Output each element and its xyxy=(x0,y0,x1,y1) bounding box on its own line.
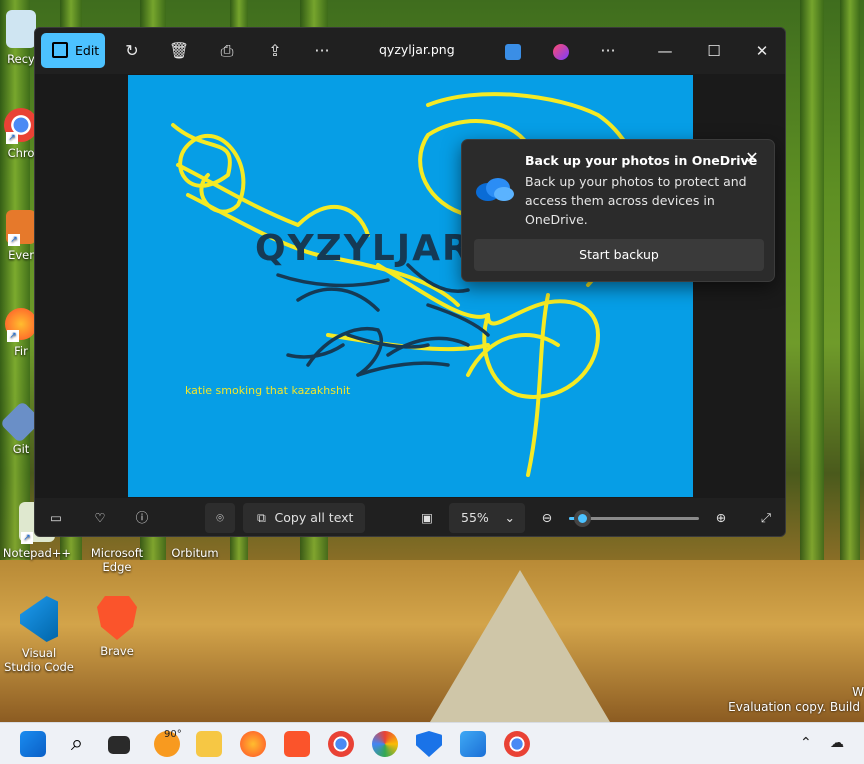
start-backup-button[interactable]: Start backup xyxy=(474,239,764,271)
file-info-button[interactable]: ⓘ xyxy=(127,503,157,533)
bottom-toolbar: ▭ ♡ ⓘ ⌾ ⧉ Copy all text ▣ 55% ⌄ ⊖ ⊕ ⤢ xyxy=(35,498,785,536)
brave-icon xyxy=(97,596,137,640)
more-options-button[interactable]: ··· xyxy=(305,35,339,67)
weather-temperature: 90° xyxy=(164,729,182,740)
more-icon: ··· xyxy=(314,41,330,60)
chrome-taskbar-button[interactable] xyxy=(328,731,354,757)
task-view-button[interactable] xyxy=(108,736,130,754)
image-caption-text: katie smoking that kazakhshit xyxy=(185,384,351,397)
image-viewer: QYZYLJAR katie smoking that kazakhshit B… xyxy=(35,74,785,498)
onedrive-cloud-icon xyxy=(476,178,514,201)
everything-icon: ↗ xyxy=(6,210,36,246)
vscode-icon xyxy=(20,596,58,642)
chevron-down-icon: ⌄ xyxy=(504,510,515,525)
actual-size-icon: ▣ xyxy=(421,510,433,525)
desktop-icon-vscode[interactable]: Visual Studio Code xyxy=(2,596,76,674)
maximize-button[interactable]: ☐ xyxy=(694,36,734,66)
delete-button[interactable]: 🗑 xyxy=(162,35,196,67)
zoom-slider[interactable] xyxy=(569,510,699,527)
minimize-button[interactable]: — xyxy=(645,36,685,66)
print-button[interactable]: ⎙ xyxy=(210,35,244,67)
toast-title: Back up your photos in OneDrive xyxy=(525,153,758,168)
filmstrip-button[interactable]: ▭ xyxy=(41,503,71,533)
visual-search-button[interactable]: ⌾ xyxy=(205,503,235,533)
toast-body: Back up your photos to protect and acces… xyxy=(525,174,747,227)
filmstrip-icon: ▭ xyxy=(50,510,62,525)
copy-icon: ⧉ xyxy=(257,510,266,525)
toast-close-button[interactable]: ✕ xyxy=(742,148,762,168)
zoom-in-icon: ⊕ xyxy=(715,510,727,525)
rotate-icon: ↻ xyxy=(125,41,139,60)
onedrive-backup-toast: Back up your photos in OneDrive Back up … xyxy=(461,139,775,282)
heart-icon: ♡ xyxy=(94,510,106,525)
taskbar: ⌕ 90° ⌃ ☁ xyxy=(0,722,864,764)
editor-app-icon xyxy=(505,43,521,60)
window-title: qyzyljar.png xyxy=(379,42,455,57)
zoom-slider-thumb[interactable] xyxy=(574,510,591,527)
evaluation-watermark: Evaluation copy. Build xyxy=(728,700,860,714)
chevron-up-icon: ⌃ xyxy=(800,735,812,751)
photos-window: Edit ↻ 🗑 ⎙ ⇪ ··· qyzyljar.png ··· — ☐ ✕ xyxy=(34,27,786,537)
edit-button[interactable]: Edit xyxy=(41,33,105,68)
watermark-w: W xyxy=(852,685,864,699)
chrome-icon: ↗ xyxy=(4,108,38,144)
onedrive-tray-button[interactable]: ☁ xyxy=(830,735,844,751)
rotate-button[interactable]: ↻ xyxy=(115,35,149,67)
title-more-button[interactable]: ··· xyxy=(591,35,625,67)
copy-all-text-label: Copy all text xyxy=(274,510,354,525)
edit-icon xyxy=(52,42,68,58)
share-button[interactable]: ⇪ xyxy=(258,35,292,67)
brave-taskbar-button[interactable] xyxy=(284,731,310,757)
firefox-icon: ↗ xyxy=(5,308,37,342)
clipchamp-button[interactable] xyxy=(544,35,578,67)
edit-button-label: Edit xyxy=(75,43,100,58)
file-explorer-button[interactable] xyxy=(196,731,222,757)
more-icon: ··· xyxy=(600,41,616,60)
clipchamp-icon xyxy=(553,43,569,60)
zoom-in-button[interactable]: ⊕ xyxy=(707,503,735,533)
title-bar: Edit ↻ 🗑 ⎙ ⇪ ··· qyzyljar.png ··· — ☐ ✕ xyxy=(35,28,785,74)
info-icon: ⓘ xyxy=(135,510,149,525)
show-hidden-icons-button[interactable]: ⌃ xyxy=(800,735,812,751)
chrome-taskbar-button-2[interactable] xyxy=(504,731,530,757)
recycle-bin-icon xyxy=(6,10,36,48)
cloud-offline-icon: ☁ xyxy=(830,735,844,751)
security-taskbar-button[interactable] xyxy=(416,731,442,757)
start-button[interactable] xyxy=(20,731,46,757)
delete-icon: 🗑 xyxy=(168,41,190,60)
scan-icon: ⌾ xyxy=(216,510,224,525)
print-icon: ⎙ xyxy=(220,41,234,60)
orbitum-taskbar-button[interactable] xyxy=(372,731,398,757)
photos-taskbar-button[interactable] xyxy=(460,731,486,757)
zoom-dropdown[interactable]: 55% ⌄ xyxy=(449,503,525,533)
zoom-out-button[interactable]: ⊖ xyxy=(533,503,561,533)
search-button[interactable]: ⌕ xyxy=(64,731,90,757)
zoom-value: 55% xyxy=(461,510,489,525)
firefox-taskbar-button[interactable] xyxy=(240,731,266,757)
share-icon: ⇪ xyxy=(268,41,282,60)
image-heading-text: QYZYLJAR xyxy=(255,228,472,269)
editor-app-button[interactable] xyxy=(496,35,530,67)
search-icon: ⌕ xyxy=(70,731,84,756)
copy-all-text-button[interactable]: ⧉ Copy all text xyxy=(243,503,365,533)
close-button[interactable]: ✕ xyxy=(742,36,782,66)
fullscreen-button[interactable]: ⤢ xyxy=(751,503,781,533)
desktop-icon-brave[interactable]: Brave xyxy=(80,596,154,658)
favorite-button[interactable]: ♡ xyxy=(85,503,115,533)
expand-icon: ⤢ xyxy=(760,510,771,525)
zoom-out-icon: ⊖ xyxy=(541,510,553,525)
actual-size-button[interactable]: ▣ xyxy=(413,503,441,533)
